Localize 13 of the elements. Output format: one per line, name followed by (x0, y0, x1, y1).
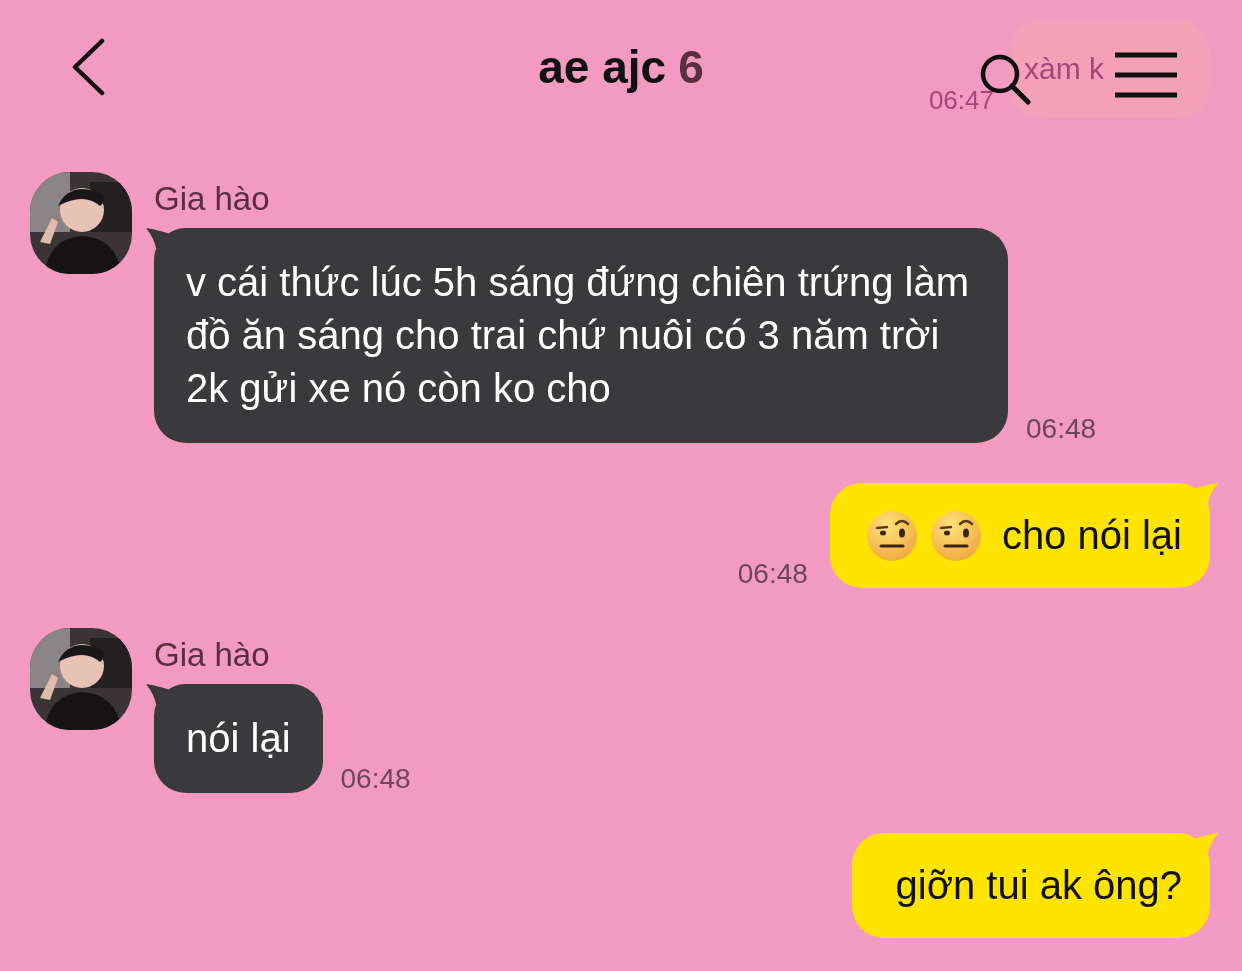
message-bubble: nói lại (154, 684, 323, 793)
message-text: giỡn tui ak ông? (895, 862, 1182, 909)
message-time: 06:48 (340, 763, 411, 795)
sender-name: Gia hào (154, 636, 271, 674)
message-time: 06:48 (737, 558, 808, 590)
message-text: cho nói lại (1001, 512, 1182, 559)
chat-title: ae ajc (538, 41, 667, 93)
message-time: 06:47 (928, 85, 994, 116)
sender-name: Gia hào (154, 180, 271, 218)
member-count: 6 (678, 41, 704, 93)
message-bubble: xàm k (1010, 20, 1210, 118)
message-bubble: v cái thức lúc 5h sáng đứng chiên trứng làm đồ ăn sáng cho trai chứ nuôi có 3 năm trời 2k gửi xe nó còn ko cho (154, 228, 1008, 443)
message-time: 06:48 (1026, 413, 1097, 445)
